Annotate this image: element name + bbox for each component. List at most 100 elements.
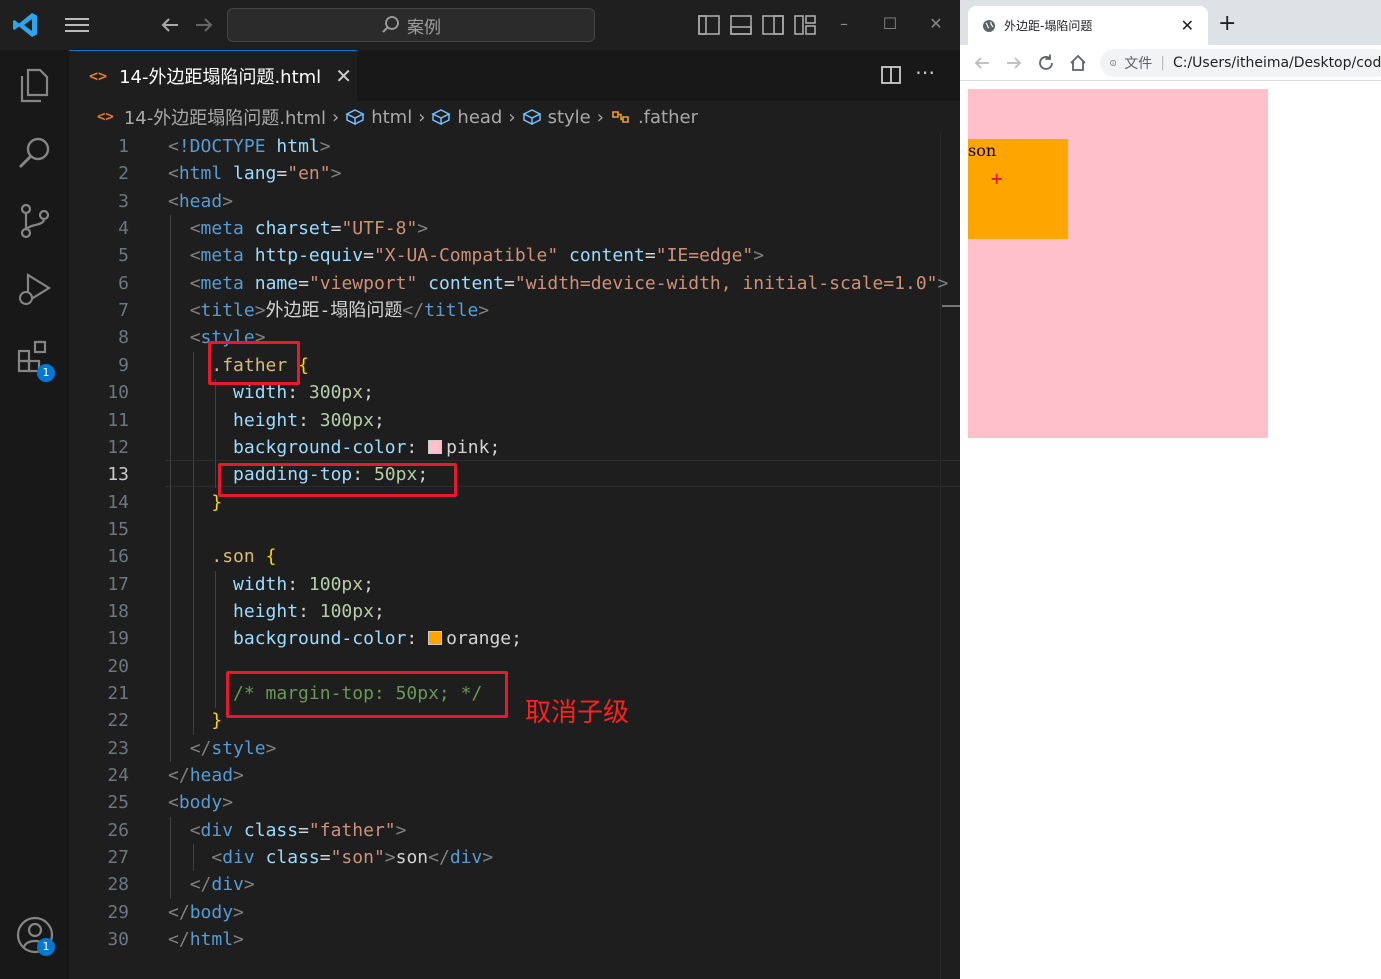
file-scheme-label: 文件 [1124, 56, 1153, 72]
editor-scrollbar[interactable] [940, 133, 960, 979]
code-line: 23 </style> [107, 737, 277, 759]
code-line: 18 height: 100px; [107, 600, 385, 622]
browser-tab[interactable]: 外边距-塌陷问题 ✕ [968, 6, 1208, 45]
browser-tab-title: 外边距-塌陷问题 [1004, 19, 1093, 33]
highlight-box-margin-comment [226, 671, 508, 718]
code-line: 11 height: 300px; [107, 409, 385, 431]
toggle-sidebar-icon[interactable] [697, 14, 721, 36]
browser-back-icon[interactable] [972, 53, 992, 73]
code-line: 9 .father { [118, 354, 309, 376]
cube-icon [521, 109, 542, 126]
breadcrumb-html[interactable]: html [345, 107, 412, 128]
title-bar: 案例 – ☐ ✕ [0, 0, 960, 50]
browser-forward-icon[interactable] [1004, 53, 1024, 73]
breadcrumb-html-label: html [371, 106, 413, 128]
code-line: 4 <meta charset="UTF-8"> [118, 218, 429, 240]
css-selector-icon [612, 111, 629, 123]
code-line: 2 <html lang="en"> [118, 163, 342, 185]
address-divider: | [1160, 55, 1165, 71]
activity-bar: 1 1 [0, 50, 69, 979]
run-debug-icon[interactable] [12, 266, 58, 312]
back-arrow-icon[interactable] [158, 14, 182, 36]
minimize-icon[interactable]: – [832, 12, 856, 36]
code-line: 3 <head> [118, 190, 234, 212]
toggle-panel-icon[interactable] [729, 14, 753, 36]
source-control-icon[interactable] [12, 198, 58, 244]
color-swatch-pink[interactable] [428, 439, 443, 454]
code-line: 19 background-color: orange; [107, 628, 522, 650]
forward-arrow-icon[interactable] [192, 14, 216, 36]
browser-toolbar: 文件 | C:/Users/itheima/Desktop/code [960, 45, 1381, 81]
breadcrumb-father-label: .father [637, 106, 698, 128]
tab-close-icon[interactable]: ✕ [335, 64, 352, 88]
code-line: 28 </div> [107, 874, 255, 896]
chevron-right-icon: › [418, 106, 426, 128]
breadcrumb-style[interactable]: style [521, 107, 591, 128]
breadcrumb-father[interactable]: .father [610, 107, 698, 128]
code-line: 26 <div class="father"> [107, 819, 407, 841]
son-div: son + [968, 139, 1068, 239]
code-line: 29 </body> [107, 901, 244, 923]
editor-tab-active[interactable]: <> 14-外边距塌陷问题.html ✕ [69, 50, 357, 101]
crosshair-cursor-icon: + [990, 169, 1004, 188]
browser-tab-strip: 外边距-塌陷问题 ✕ + [960, 0, 1381, 45]
scrollbar-marker [942, 305, 960, 307]
code-editor[interactable]: 1 <!DOCTYPE html> 2 <html lang="en"> 3 <hea… [69, 133, 960, 979]
close-window-icon[interactable]: ✕ [924, 12, 948, 36]
html-file-icon: <> [89, 67, 108, 85]
code-line: 30 </html> [107, 929, 244, 951]
code-line-active: 13 padding-top: 50px; [107, 464, 429, 486]
new-tab-plus-icon[interactable]: + [1218, 11, 1236, 36]
code-line: 15 [107, 518, 129, 540]
chevron-right-icon: › [596, 106, 604, 128]
code-line: 25 <body> [107, 792, 234, 814]
command-center-search[interactable]: 案例 [227, 8, 595, 42]
address-url: C:/Users/itheima/Desktop/code [1172, 55, 1381, 71]
code-line: 7 <title>外边距-塌陷问题</title> [118, 300, 490, 322]
code-line: 8 <style> [118, 327, 266, 349]
reload-icon[interactable] [1036, 53, 1056, 73]
search-label: 案例 [407, 17, 441, 38]
explorer-icon[interactable] [12, 62, 58, 108]
code-line: 27 <div class="son">son</div> [107, 847, 494, 869]
tab-label: 14-外边距塌陷问题.html [119, 67, 322, 88]
vscode-window: 案例 – ☐ ✕ 1 1 <> 14-外边距塌陷问题.html ✕ ⋯ <> 1… [0, 0, 960, 979]
maximize-icon[interactable]: ☐ [878, 12, 902, 36]
globe-icon [983, 19, 995, 32]
search-sidebar-icon[interactable] [12, 130, 58, 176]
browser-tab-close-icon[interactable]: ✕ [1181, 16, 1194, 35]
home-icon[interactable] [1068, 53, 1088, 73]
more-actions-icon[interactable]: ⋯ [915, 60, 935, 84]
code-line: 16 .son { [107, 546, 277, 568]
breadcrumb-head-label: head [457, 106, 503, 128]
code-line: 17 width: 100px; [107, 573, 374, 595]
code-line: 12 background-color: pink; [107, 436, 501, 458]
chevron-right-icon: › [331, 106, 340, 128]
cube-icon [431, 109, 452, 126]
code-line: 10 width: 300px; [107, 382, 374, 404]
address-bar[interactable]: 文件 | C:/Users/itheima/Desktop/code [1100, 49, 1381, 77]
father-div: son + [968, 89, 1268, 438]
split-editor-icon[interactable] [879, 63, 903, 87]
chevron-right-icon: › [508, 106, 516, 128]
code-line: 1 <!DOCTYPE html> [118, 136, 331, 157]
highlight-box-father-selector [208, 341, 300, 385]
page-viewport: son + [960, 81, 1381, 979]
cube-icon [345, 109, 365, 126]
customize-layout-icon[interactable] [793, 14, 817, 36]
color-swatch-orange[interactable] [428, 631, 443, 646]
toggle-secondary-sidebar-icon[interactable] [761, 14, 785, 36]
search-icon [382, 16, 399, 33]
browser-window: 外边距-塌陷问题 ✕ + 文件 | C:/Users/itheima/Deskt… [960, 0, 1381, 979]
breadcrumb: <> 14-外边距塌陷问题.html › html › head › style… [69, 101, 960, 133]
highlight-box-padding-top [218, 463, 457, 497]
breadcrumb-head[interactable]: head [431, 107, 502, 128]
code-line: 6 <meta name="viewport" content="width=d… [118, 272, 949, 294]
code-line: 24 </head> [107, 765, 244, 787]
vscode-logo-icon [13, 13, 37, 37]
info-icon[interactable] [1110, 56, 1117, 70]
accounts-badge: 1 [37, 938, 55, 956]
menu-icon[interactable] [64, 14, 90, 36]
breadcrumb-file[interactable]: 14-外边距塌陷问题.html [124, 104, 326, 130]
code-line: 14 } [107, 491, 223, 513]
